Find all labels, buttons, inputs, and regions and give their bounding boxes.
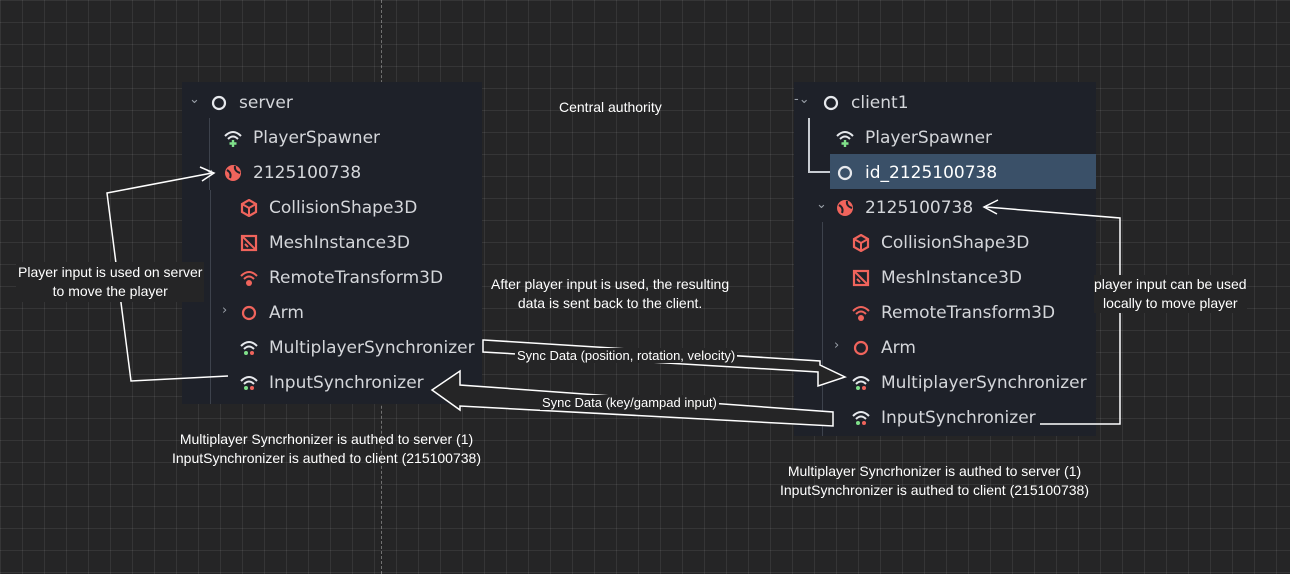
server-input-note: Player input is used on server to move t… (16, 262, 205, 302)
sync-state-big-arrow (482, 339, 847, 388)
server-auth-note: Multiplayer Syncrhonizer is authed to se… (172, 431, 481, 466)
central-authority-label: Central authority (559, 99, 662, 115)
sync-state-arrow-label: Sync Data (position, rotation, velocity) (515, 348, 738, 363)
client-auth-note: Multiplayer Syncrhonizer is authed to se… (780, 463, 1089, 498)
client-input-note: player input can be used locally to move… (1094, 275, 1247, 313)
sync-input-arrow-label: Sync Data (key/gampad input) (540, 395, 719, 410)
result-note: After player input is used, the resultin… (491, 276, 730, 311)
